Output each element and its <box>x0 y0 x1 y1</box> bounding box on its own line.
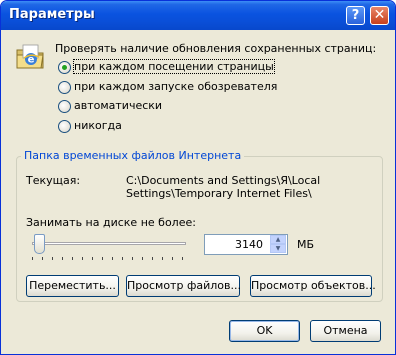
radio-label: автоматически <box>74 99 163 112</box>
close-button[interactable]: ✕ <box>370 6 389 25</box>
disk-space-stepper[interactable]: ▲ ▼ <box>204 234 288 255</box>
temp-files-group-title: Папка временных файлов Интернета <box>21 149 245 162</box>
view-files-button[interactable]: Просмотр файлов... <box>126 275 241 297</box>
spin-down-icon[interactable]: ▼ <box>270 244 286 253</box>
radio-label: при каждом посещении страницы <box>73 59 275 74</box>
disk-space-slider-track[interactable] <box>32 242 186 245</box>
cancel-button[interactable]: Отмена <box>310 320 381 342</box>
radio-button[interactable] <box>58 100 71 113</box>
radio-button[interactable] <box>58 120 71 133</box>
current-folder-path-line1: C:\Documents and Settings\Я\Local <box>126 174 321 187</box>
move-folder-button[interactable]: Переместить... <box>26 275 119 297</box>
radio-label: при каждом запуске обозревателя <box>74 80 278 93</box>
radio-button[interactable] <box>58 81 71 94</box>
current-folder-label: Текущая: <box>26 174 81 187</box>
options-dialog: Параметры ? ✕ e Проверять наличие обновл… <box>0 0 396 355</box>
check-updates-label: Проверять наличие обновления сохраненных… <box>55 42 377 55</box>
disk-space-input[interactable] <box>205 235 267 254</box>
radio-button[interactable] <box>58 61 71 74</box>
spin-up-icon[interactable]: ▲ <box>270 235 286 244</box>
radio-label: никогда <box>74 119 122 132</box>
help-button[interactable]: ? <box>346 6 365 25</box>
slider-ticks <box>32 257 186 261</box>
ok-button[interactable]: OK <box>229 320 300 342</box>
current-folder-path-line2: Settings\Temporary Internet Files\ <box>126 187 312 200</box>
disk-space-slider-thumb[interactable] <box>34 234 45 254</box>
disk-space-unit: МБ <box>297 238 315 251</box>
view-objects-button[interactable]: Просмотр объектов... <box>250 275 376 297</box>
close-icon: ✕ <box>373 7 386 23</box>
folder-with-ie-logo-icon: e <box>16 44 44 69</box>
disk-space-label: Занимать на диске не более: <box>26 216 196 229</box>
window-title: Параметры <box>9 7 95 22</box>
title-bar[interactable]: Параметры ? ✕ <box>1 1 395 30</box>
help-icon: ? <box>351 8 360 23</box>
